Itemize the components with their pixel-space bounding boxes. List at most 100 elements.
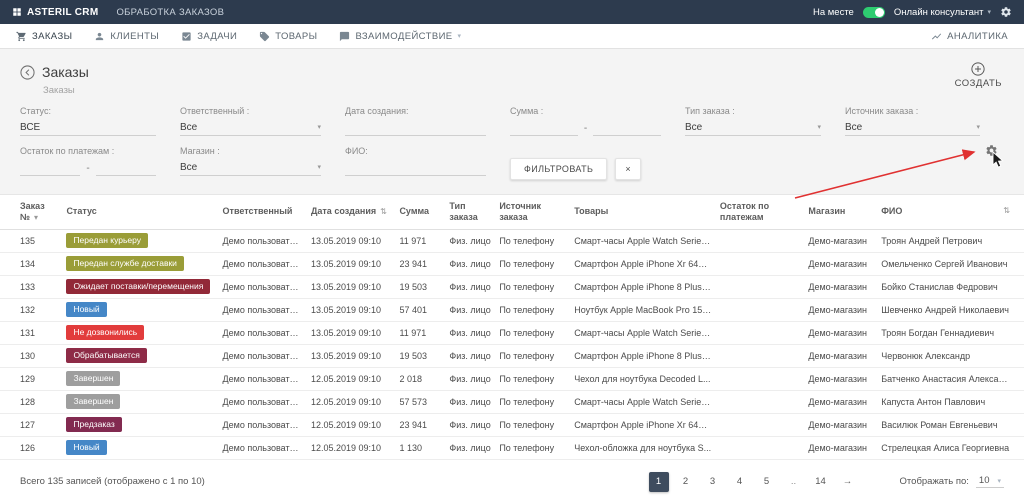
column-header-created[interactable]: Дата создания ⇅	[306, 195, 396, 230]
filter-shop-label: Магазин :	[180, 146, 220, 156]
filter-status[interactable]: Статус: ВСЕ	[20, 106, 180, 136]
responsible-cell: Демо пользователь	[218, 321, 307, 345]
pagination-page-1[interactable]: 1	[648, 471, 669, 492]
sum-cell: 57 573	[395, 390, 446, 414]
filter-shop[interactable]: Магазин : Все ▾	[180, 146, 345, 180]
products-cell: Смартфон Apple iPhone 8 Plus 6...	[570, 275, 716, 299]
nav-tab-tasks[interactable]: ЗАДАЧИ	[181, 31, 237, 42]
pagination-page-5[interactable]: 5	[757, 472, 777, 492]
nav-tab-products[interactable]: ТОВАРЫ	[259, 31, 317, 42]
online-consultant-menu[interactable]: Онлайн консультант ▾	[894, 7, 991, 18]
filter-order-type-value: Все	[685, 121, 703, 133]
column-header-label: Остаток по платежам	[719, 201, 770, 222]
pagination-page-2[interactable]: 2	[676, 472, 696, 492]
responsible-cell: Демо пользователь	[218, 229, 307, 253]
presence-toggle[interactable]	[862, 6, 885, 18]
column-header-payment-balance[interactable]: Остаток по платежам	[715, 195, 805, 230]
created-cell: 13.05.2019 09:10	[306, 252, 396, 276]
pagination-page-14[interactable]: 14	[811, 472, 831, 492]
products-cell: Ноутбук Apple MacBook Pro 15 ...	[570, 298, 716, 322]
column-header-label: Статус	[66, 206, 97, 217]
table-row-order-135[interactable]: 135 Передан курьеру Демо пользователь 13.05…	[0, 229, 1024, 253]
table-row-order-133[interactable]: 133 Ожидает поставки/перемещения Демо поль…	[0, 275, 1024, 299]
filter-sum[interactable]: Сумма : -	[510, 106, 685, 136]
column-header-fio[interactable]: ФИО ⇅	[877, 195, 1024, 230]
table-row-order-134[interactable]: 134 Передан службе доставки Демо пользоват…	[0, 252, 1024, 276]
filter-order-type[interactable]: Тип заказа : Все ▾	[685, 106, 845, 136]
create-order-button[interactable]: СОЗДАТЬ	[955, 62, 1002, 89]
filter-order-source[interactable]: Источник заказа : Все ▾	[845, 106, 1004, 136]
filter-clear-button[interactable]: ×	[615, 158, 641, 180]
chevron-down-icon: ▾	[317, 124, 321, 131]
sum-cell: 2 018	[395, 367, 446, 391]
nav-tab-clients[interactable]: КЛИЕНТЫ	[94, 31, 159, 42]
filter-date-created[interactable]: Дата создания:	[345, 106, 510, 136]
table-row-order-131[interactable]: 131 Не дозвонились Демо пользователь 13.05.…	[0, 321, 1024, 345]
order-type-cell: Физ. лицо	[445, 390, 496, 414]
fio-cell: Омельченко Сергей Иванович	[877, 252, 1024, 276]
status-cell: Передан службе доставки	[62, 252, 219, 276]
table-row-order-130[interactable]: 130 Обрабатывается Демо пользователь 13.05.…	[0, 344, 1024, 368]
shop-cell: Демо-магазин	[804, 229, 878, 253]
column-header-order-number[interactable]: Заказ № ▾	[0, 195, 63, 230]
filter-order-source-value: Все	[845, 121, 863, 133]
order-number-cell: 129	[0, 367, 63, 391]
breadcrumb[interactable]: Заказы	[43, 85, 1004, 96]
products-cell: Смарт-часы Apple Watch Series ...	[570, 229, 716, 253]
nav-tab-orders[interactable]: ЗАКАЗЫ	[16, 31, 72, 42]
column-header-order-type[interactable]: Тип заказа	[445, 195, 496, 230]
filter-apply-button[interactable]: ФИЛЬТРОВАТЬ	[510, 158, 608, 180]
pagination-page-3[interactable]: 3	[703, 472, 723, 492]
column-header-sum[interactable]: Сумма	[395, 195, 446, 230]
column-header-status[interactable]: Статус	[62, 195, 219, 230]
sort-chevron-icon[interactable]: ▾	[34, 213, 38, 222]
filter-payment-balance[interactable]: Остаток по платежам : -	[20, 146, 180, 180]
sort-updown-icon[interactable]: ⇅	[1003, 206, 1010, 216]
table-row-order-129[interactable]: 129 Завершен Демо пользователь 12.05.2019 0…	[0, 367, 1024, 391]
products-icon	[260, 31, 270, 41]
order-number-cell: 131	[0, 321, 63, 345]
filter-sum-from[interactable]	[510, 119, 578, 136]
column-header-label: Сумма	[399, 206, 430, 217]
orders-table-body: 135 Передан курьеру Демо пользователь 13.05…	[0, 229, 1024, 460]
table-row-order-128[interactable]: 128 Завершен Демо пользователь 12.05.2019 0…	[0, 390, 1024, 414]
table-row-order-126[interactable]: 126 Новый Демо пользователь 12.05.2019 09:1…	[0, 436, 1024, 460]
pagination-next-button[interactable]: →	[838, 472, 858, 492]
filter-payment-balance-to[interactable]	[95, 159, 156, 176]
column-settings-gear-icon[interactable]	[985, 144, 998, 157]
column-header-order-source[interactable]: Источник заказа	[495, 195, 571, 230]
status-cell: Завершен	[62, 367, 219, 391]
filters-panel: Статус: ВСЕ Ответственный : Все ▾ Дата со…	[0, 96, 1024, 194]
filter-fio[interactable]: ФИО:	[345, 146, 510, 180]
status-badge: Передан службе доставки	[66, 256, 184, 272]
table-row-order-132[interactable]: 132 Новый Демо пользователь 13.05.2019 09:1…	[0, 298, 1024, 322]
column-header-label: Магазин	[808, 206, 846, 217]
filter-sum-to[interactable]	[593, 119, 661, 136]
responsible-cell: Демо пользователь	[218, 390, 307, 414]
topbar-module-order-processing[interactable]: ОБРАБОТКА ЗАКАЗОВ	[116, 7, 224, 18]
per-page-control[interactable]: Отображать по: 10 ▾	[900, 475, 1004, 489]
order-number-cell: 130	[0, 344, 63, 368]
settings-gear-icon[interactable]	[1000, 6, 1012, 18]
column-header-shop[interactable]: Магазин	[804, 195, 878, 230]
orders-table-section: Заказ № ▾ Статус Ответственный Дата создания…	[0, 194, 1024, 501]
brand[interactable]: ASTERIL CRM	[12, 7, 98, 18]
table-row-order-127[interactable]: 127 Предзаказ Демо пользователь 12.05.2019 …	[0, 413, 1024, 437]
fio-cell: Троян Андрей Петрович	[877, 229, 1024, 253]
column-header-products[interactable]: Товары	[570, 195, 716, 230]
main-nav: ЗАКАЗЫ КЛИЕНТЫ ЗАДАЧИ ТОВАРЫ ВЗАИМОДЕЙСТ…	[0, 24, 1024, 49]
pagination-page-4[interactable]: 4	[730, 472, 750, 492]
nav-tab-interaction[interactable]: ВЗАИМОДЕЙСТВИЕ ▾	[339, 31, 461, 42]
column-header-responsible[interactable]: Ответственный	[218, 195, 307, 230]
sort-updown-icon[interactable]: ⇅	[380, 207, 387, 216]
status-cell: Не дозвонились	[62, 321, 219, 345]
column-header-label: Товары	[574, 206, 609, 217]
order-type-cell: Физ. лицо	[445, 367, 496, 391]
nav-analytics[interactable]: АНАЛИТИКА	[931, 31, 1008, 42]
column-header-label: Источник заказа	[499, 201, 542, 222]
filter-responsible[interactable]: Ответственный : Все ▾	[180, 106, 345, 136]
filter-payment-balance-label: Остаток по платежам :	[20, 146, 115, 156]
page-back-icon[interactable]	[20, 64, 35, 80]
create-label: СОЗДАТЬ	[954, 78, 1002, 89]
filter-payment-balance-from[interactable]	[20, 159, 81, 176]
